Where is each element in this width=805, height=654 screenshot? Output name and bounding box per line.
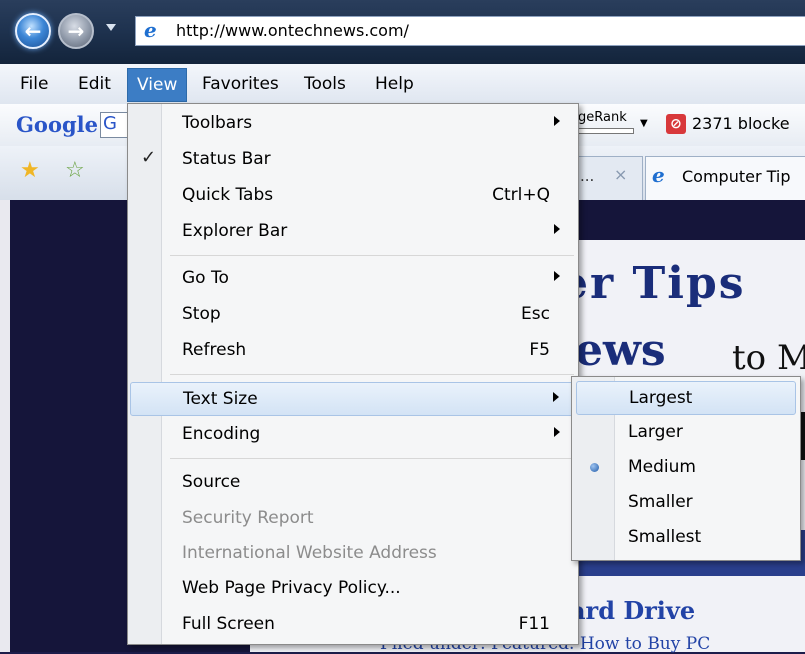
view-menu-item-explorer-bar[interactable]: Explorer Bar bbox=[130, 215, 576, 249]
menu-item-label: Source bbox=[182, 472, 241, 492]
address-bar[interactable]: e http://www.ontechnews.com/ bbox=[135, 16, 805, 46]
google-logo-text: Google bbox=[16, 112, 98, 137]
menu-bar: File Edit View Favorites Tools Help bbox=[0, 64, 805, 105]
view-menu-item-security-report: Security Report bbox=[130, 502, 576, 536]
site-banner-top: er Tips bbox=[560, 258, 746, 309]
submenu-arrow-icon bbox=[554, 224, 560, 234]
submenu-arrow-icon bbox=[554, 116, 560, 126]
menu-item-label: Status Bar bbox=[182, 149, 271, 169]
menu-separator bbox=[170, 458, 574, 459]
view-menu-item-privacy-policy[interactable]: Web Page Privacy Policy... bbox=[130, 572, 576, 606]
view-menu-item-encoding[interactable]: Encoding bbox=[130, 418, 576, 452]
site-banner-middle: ews bbox=[575, 325, 666, 376]
internet-explorer-icon: e bbox=[144, 18, 157, 42]
view-menu-item-status-bar[interactable]: ✓ Status Bar bbox=[130, 143, 576, 177]
menu-edit[interactable]: Edit bbox=[72, 72, 117, 96]
menu-item-label: Toolbars bbox=[182, 113, 253, 133]
view-menu-item-text-size[interactable]: Text Size bbox=[130, 382, 576, 416]
menu-item-shortcut: F11 bbox=[518, 614, 550, 634]
article-headline[interactable]: ard Drive bbox=[570, 596, 695, 625]
menu-tools[interactable]: Tools bbox=[298, 72, 352, 96]
submenu-arrow-icon bbox=[553, 392, 559, 402]
text-size-largest[interactable]: Largest bbox=[576, 381, 796, 415]
forward-button[interactable]: → bbox=[58, 13, 94, 49]
view-menu-item-quick-tabs[interactable]: Quick Tabs Ctrl+Q bbox=[130, 179, 576, 213]
text-size-submenu: Largest Larger Medium Smaller Smallest bbox=[571, 376, 801, 561]
radio-selected-icon bbox=[590, 463, 599, 472]
menu-favorites[interactable]: Favorites bbox=[196, 72, 285, 96]
browser-titlebar: ← → e http://www.ontechnews.com/ bbox=[0, 0, 805, 64]
view-menu-dropdown: Toolbars ✓ Status Bar Quick Tabs Ctrl+Q … bbox=[127, 103, 579, 645]
menu-view[interactable]: View bbox=[127, 68, 188, 102]
submenu-item-label: Smaller bbox=[628, 492, 693, 512]
recent-pages-chevron-icon[interactable] bbox=[106, 24, 116, 31]
popup-blocker-icon[interactable]: ⊘ bbox=[666, 114, 686, 134]
tab-close-icon[interactable]: × bbox=[614, 165, 627, 184]
menu-item-label: Explorer Bar bbox=[182, 221, 288, 241]
text-size-smallest[interactable]: Smallest bbox=[576, 521, 796, 555]
google-search-text: G bbox=[103, 113, 117, 134]
back-arrow-icon: ← bbox=[24, 19, 42, 43]
menu-item-shortcut: Esc bbox=[521, 304, 550, 324]
menu-item-shortcut: F5 bbox=[529, 340, 550, 360]
view-menu-item-refresh[interactable]: Refresh F5 bbox=[130, 334, 576, 368]
google-logo: Google bbox=[16, 112, 98, 137]
menu-file[interactable]: File bbox=[14, 72, 54, 96]
add-favorite-icon[interactable]: ☆ bbox=[65, 158, 85, 183]
submenu-arrow-icon bbox=[554, 271, 560, 281]
submenu-item-label: Largest bbox=[629, 388, 693, 408]
forward-arrow-icon: → bbox=[67, 19, 85, 43]
submenu-arrow-icon bbox=[554, 427, 560, 437]
submenu-item-label: Larger bbox=[628, 422, 683, 442]
pagerank-bar bbox=[578, 128, 634, 134]
view-menu-item-go-to[interactable]: Go To bbox=[130, 262, 576, 296]
tab-title: Computer Tip bbox=[682, 167, 791, 186]
site-banner-tagline: to M bbox=[732, 338, 805, 378]
view-menu-item-toolbars[interactable]: Toolbars bbox=[130, 107, 576, 141]
view-menu-item-stop[interactable]: Stop Esc bbox=[130, 298, 576, 332]
popup-blocked-count[interactable]: 2371 blocke bbox=[692, 114, 790, 133]
internet-explorer-icon: e bbox=[652, 163, 665, 187]
menu-item-label: Encoding bbox=[182, 424, 261, 444]
view-menu-item-source[interactable]: Source bbox=[130, 466, 576, 500]
text-size-medium[interactable]: Medium bbox=[576, 451, 796, 485]
address-url[interactable]: http://www.ontechnews.com/ bbox=[176, 21, 409, 40]
tab-title: ... bbox=[580, 167, 595, 185]
menu-item-label: Web Page Privacy Policy... bbox=[182, 578, 401, 598]
tab-computer-tips[interactable]: e Computer Tip bbox=[645, 156, 805, 200]
menu-item-label: Stop bbox=[182, 304, 221, 324]
submenu-item-label: Medium bbox=[628, 457, 696, 477]
text-size-larger[interactable]: Larger bbox=[576, 416, 796, 450]
menu-item-label: Security Report bbox=[182, 508, 314, 528]
menu-item-shortcut: Ctrl+Q bbox=[492, 185, 550, 205]
view-menu-item-international-address: International Website Address bbox=[130, 537, 576, 571]
menu-item-label: Refresh bbox=[182, 340, 247, 360]
menu-separator bbox=[170, 255, 574, 256]
checkmark-icon: ✓ bbox=[141, 147, 157, 168]
menu-item-label: Full Screen bbox=[182, 614, 275, 634]
menu-item-label: Text Size bbox=[183, 389, 258, 409]
view-menu-item-full-screen[interactable]: Full Screen F11 bbox=[130, 608, 576, 642]
menu-item-label: Quick Tabs bbox=[182, 185, 274, 205]
favorites-star-icon[interactable]: ★ bbox=[20, 158, 40, 183]
pagerank-chevron-icon[interactable]: ▼ bbox=[640, 118, 648, 129]
back-button[interactable]: ← bbox=[15, 13, 51, 49]
tab-previous[interactable]: ... × bbox=[575, 156, 643, 200]
menu-item-label: International Website Address bbox=[182, 543, 437, 563]
page-left-edge bbox=[0, 200, 10, 652]
pagerank-label: geRank bbox=[578, 110, 627, 125]
menu-item-label: Go To bbox=[182, 268, 229, 288]
submenu-item-label: Smallest bbox=[628, 527, 702, 547]
menu-separator bbox=[170, 374, 574, 375]
menu-help[interactable]: Help bbox=[369, 72, 420, 96]
text-size-smaller[interactable]: Smaller bbox=[576, 486, 796, 520]
